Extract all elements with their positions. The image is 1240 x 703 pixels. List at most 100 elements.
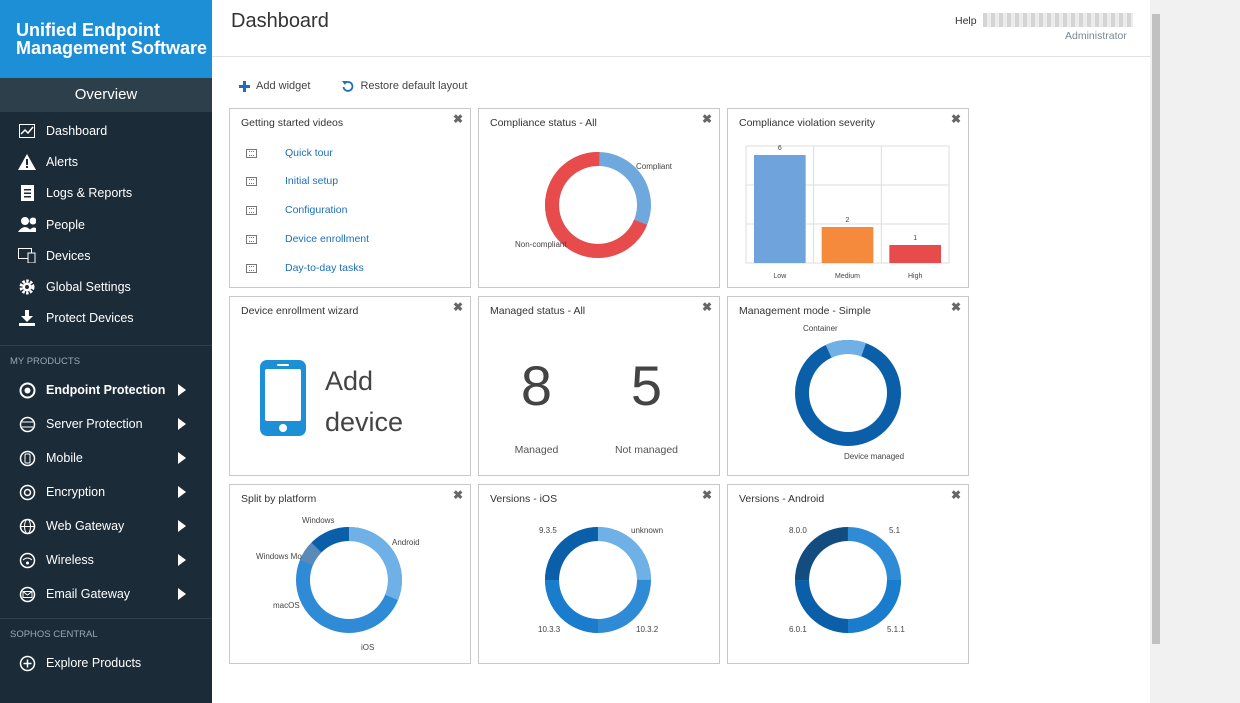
widget-versions-ios: Versions - iOS ✖ 9.3.5 unknown 10.3.3 10… xyxy=(478,484,720,664)
nav-label: Devices xyxy=(46,248,91,263)
product-mobile[interactable]: Mobile xyxy=(0,441,212,475)
nav-label: Global Settings xyxy=(46,280,131,295)
nav-alerts[interactable]: Alerts xyxy=(0,146,212,177)
vertical-scrollbar[interactable] xyxy=(1150,0,1162,703)
product-label: Server Protection xyxy=(46,417,143,432)
data-label: 6 xyxy=(778,145,782,152)
label-windows: Windows xyxy=(302,516,334,525)
help-link[interactable]: Help xyxy=(955,15,977,27)
bar-high[interactable] xyxy=(889,245,941,263)
product-server-protection[interactable]: Server Protection xyxy=(0,407,212,441)
nav-devices[interactable]: Devices xyxy=(0,240,212,271)
plus-icon xyxy=(239,80,250,92)
chevron-right-icon xyxy=(178,486,186,499)
widget-violation-severity: Compliance violation severity ✖ 6 Low 2 Med… xyxy=(727,108,969,288)
managed-label: Managed xyxy=(514,444,559,456)
video-link-initial-setup[interactable]: Initial setup xyxy=(246,175,338,187)
restore-layout-button[interactable]: Restore default layout xyxy=(342,80,467,92)
product-wireless[interactable]: Wireless xyxy=(0,543,212,577)
restore-layout-label: Restore default layout xyxy=(360,80,468,92)
overview-header[interactable]: Overview xyxy=(0,78,212,112)
platform-donut[interactable]: Windows Android Windows Mo macOS iOS xyxy=(230,485,470,663)
compliance-donut[interactable]: Compliant Non-compliant xyxy=(479,109,719,287)
product-label: Email Gateway xyxy=(46,587,131,602)
dashboard-icon xyxy=(18,122,36,140)
film-icon xyxy=(246,148,257,158)
tick-label: High xyxy=(908,273,923,280)
brand-line-1: Unified Endpoint xyxy=(16,20,160,40)
label-10-3-2: 10.3.2 xyxy=(636,625,659,634)
film-icon xyxy=(246,176,257,186)
encryption-icon xyxy=(18,483,36,501)
video-link-device-enrollment[interactable]: Device enrollment xyxy=(246,233,369,245)
my-products-heading: MY PRODUCTS xyxy=(10,356,81,368)
product-label: Encryption xyxy=(46,485,106,500)
product-encryption[interactable]: Encryption xyxy=(0,475,212,509)
product-web-gateway[interactable]: Web Gateway xyxy=(0,509,212,543)
video-link-quick-tour[interactable]: Quick tour xyxy=(246,147,333,159)
android-versions-donut[interactable]: 8.0.0 5.1 6.0.1 5.1.1 xyxy=(728,485,968,663)
add-device-line-1: Add xyxy=(325,366,374,396)
globe-icon xyxy=(18,517,36,535)
close-icon[interactable]: ✖ xyxy=(702,300,712,314)
widget-getting-started-videos: Getting started videos ✖ Quick tour Init… xyxy=(229,108,471,288)
explore-products[interactable]: Explore Products xyxy=(0,646,212,680)
chevron-right-icon xyxy=(178,520,186,533)
film-icon xyxy=(246,263,257,273)
donut-segment-device-managed[interactable] xyxy=(795,340,901,446)
nav-people[interactable]: People xyxy=(0,209,212,240)
scrollbar-thumb[interactable] xyxy=(1152,14,1160,644)
add-widget-button[interactable]: Add widget xyxy=(239,80,310,92)
nav-label: Dashboard xyxy=(46,123,108,138)
sophos-central-heading: SOPHOS CENTRAL xyxy=(10,629,98,641)
film-icon xyxy=(246,234,257,244)
managed-count[interactable]: 8 xyxy=(479,353,594,418)
product-endpoint-protection[interactable]: Endpoint Protection xyxy=(0,373,212,407)
severity-bar-chart: 6 Low 2 Medium 1 High xyxy=(745,145,950,280)
label-8-0-0: 8.0.0 xyxy=(789,526,807,535)
data-label: 1 xyxy=(913,235,917,242)
label-container: Container xyxy=(803,324,838,333)
add-device-link[interactable]: Add device xyxy=(325,361,403,443)
management-mode-donut[interactable]: Container Device managed xyxy=(728,297,968,475)
video-link-day-to-day[interactable]: Day-to-day tasks xyxy=(246,262,364,274)
product-label: Explore Products xyxy=(46,656,142,671)
main-content: Dashboard Help Administrator Add widget … xyxy=(212,0,1150,703)
bar-low[interactable] xyxy=(754,155,806,263)
not-managed-count[interactable]: 5 xyxy=(589,353,704,418)
restore-icon xyxy=(342,81,354,92)
people-icon xyxy=(18,216,36,234)
phone-icon[interactable] xyxy=(260,360,306,436)
video-link-configuration[interactable]: Configuration xyxy=(246,204,347,216)
widget-versions-android: Versions - Android ✖ 8.0.0 5.1 6.0.1 5.1… xyxy=(727,484,969,664)
video-label: Initial setup xyxy=(285,175,339,187)
nav-label: Logs & Reports xyxy=(46,186,133,201)
product-email-gateway[interactable]: Email Gateway xyxy=(0,577,212,611)
chevron-right-icon xyxy=(178,588,186,601)
chevron-right-icon xyxy=(178,418,186,431)
add-widget-label: Add widget xyxy=(256,80,311,92)
data-label: 2 xyxy=(846,217,850,224)
widget-split-by-platform: Split by platform ✖ Windows Android Wind… xyxy=(229,484,471,664)
label-5-1: 5.1 xyxy=(889,526,901,535)
widget-compliance-status: Compliance status - All ✖ Compliant Non-… xyxy=(478,108,720,288)
product-label: Endpoint Protection xyxy=(46,383,166,398)
widget-device-enrollment-wizard: Device enrollment wizard ✖ Add device xyxy=(229,296,471,476)
nav-dashboard[interactable]: Dashboard xyxy=(0,115,212,146)
widget-title: Device enrollment wizard xyxy=(241,305,359,317)
nav-global-settings[interactable]: Global Settings xyxy=(0,271,212,302)
nav-label: Alerts xyxy=(46,154,78,169)
nav-logs-reports[interactable]: Logs & Reports xyxy=(0,178,212,209)
close-icon[interactable]: ✖ xyxy=(453,300,463,314)
label-ios: iOS xyxy=(361,643,374,652)
sidebar: Unified Endpoint Management Software Ove… xyxy=(0,0,212,703)
label-device-managed: Device managed xyxy=(844,452,904,461)
label-macos: macOS xyxy=(273,601,300,610)
nav-protect-devices[interactable]: Protect Devices xyxy=(0,303,212,334)
film-icon xyxy=(246,205,257,215)
add-device-line-2: device xyxy=(325,407,404,437)
close-icon[interactable]: ✖ xyxy=(453,112,463,126)
ios-versions-donut[interactable]: 9.3.5 unknown 10.3.3 10.3.2 xyxy=(479,485,719,663)
user-name-redacted[interactable] xyxy=(983,13,1133,27)
bar-medium[interactable] xyxy=(821,227,874,263)
